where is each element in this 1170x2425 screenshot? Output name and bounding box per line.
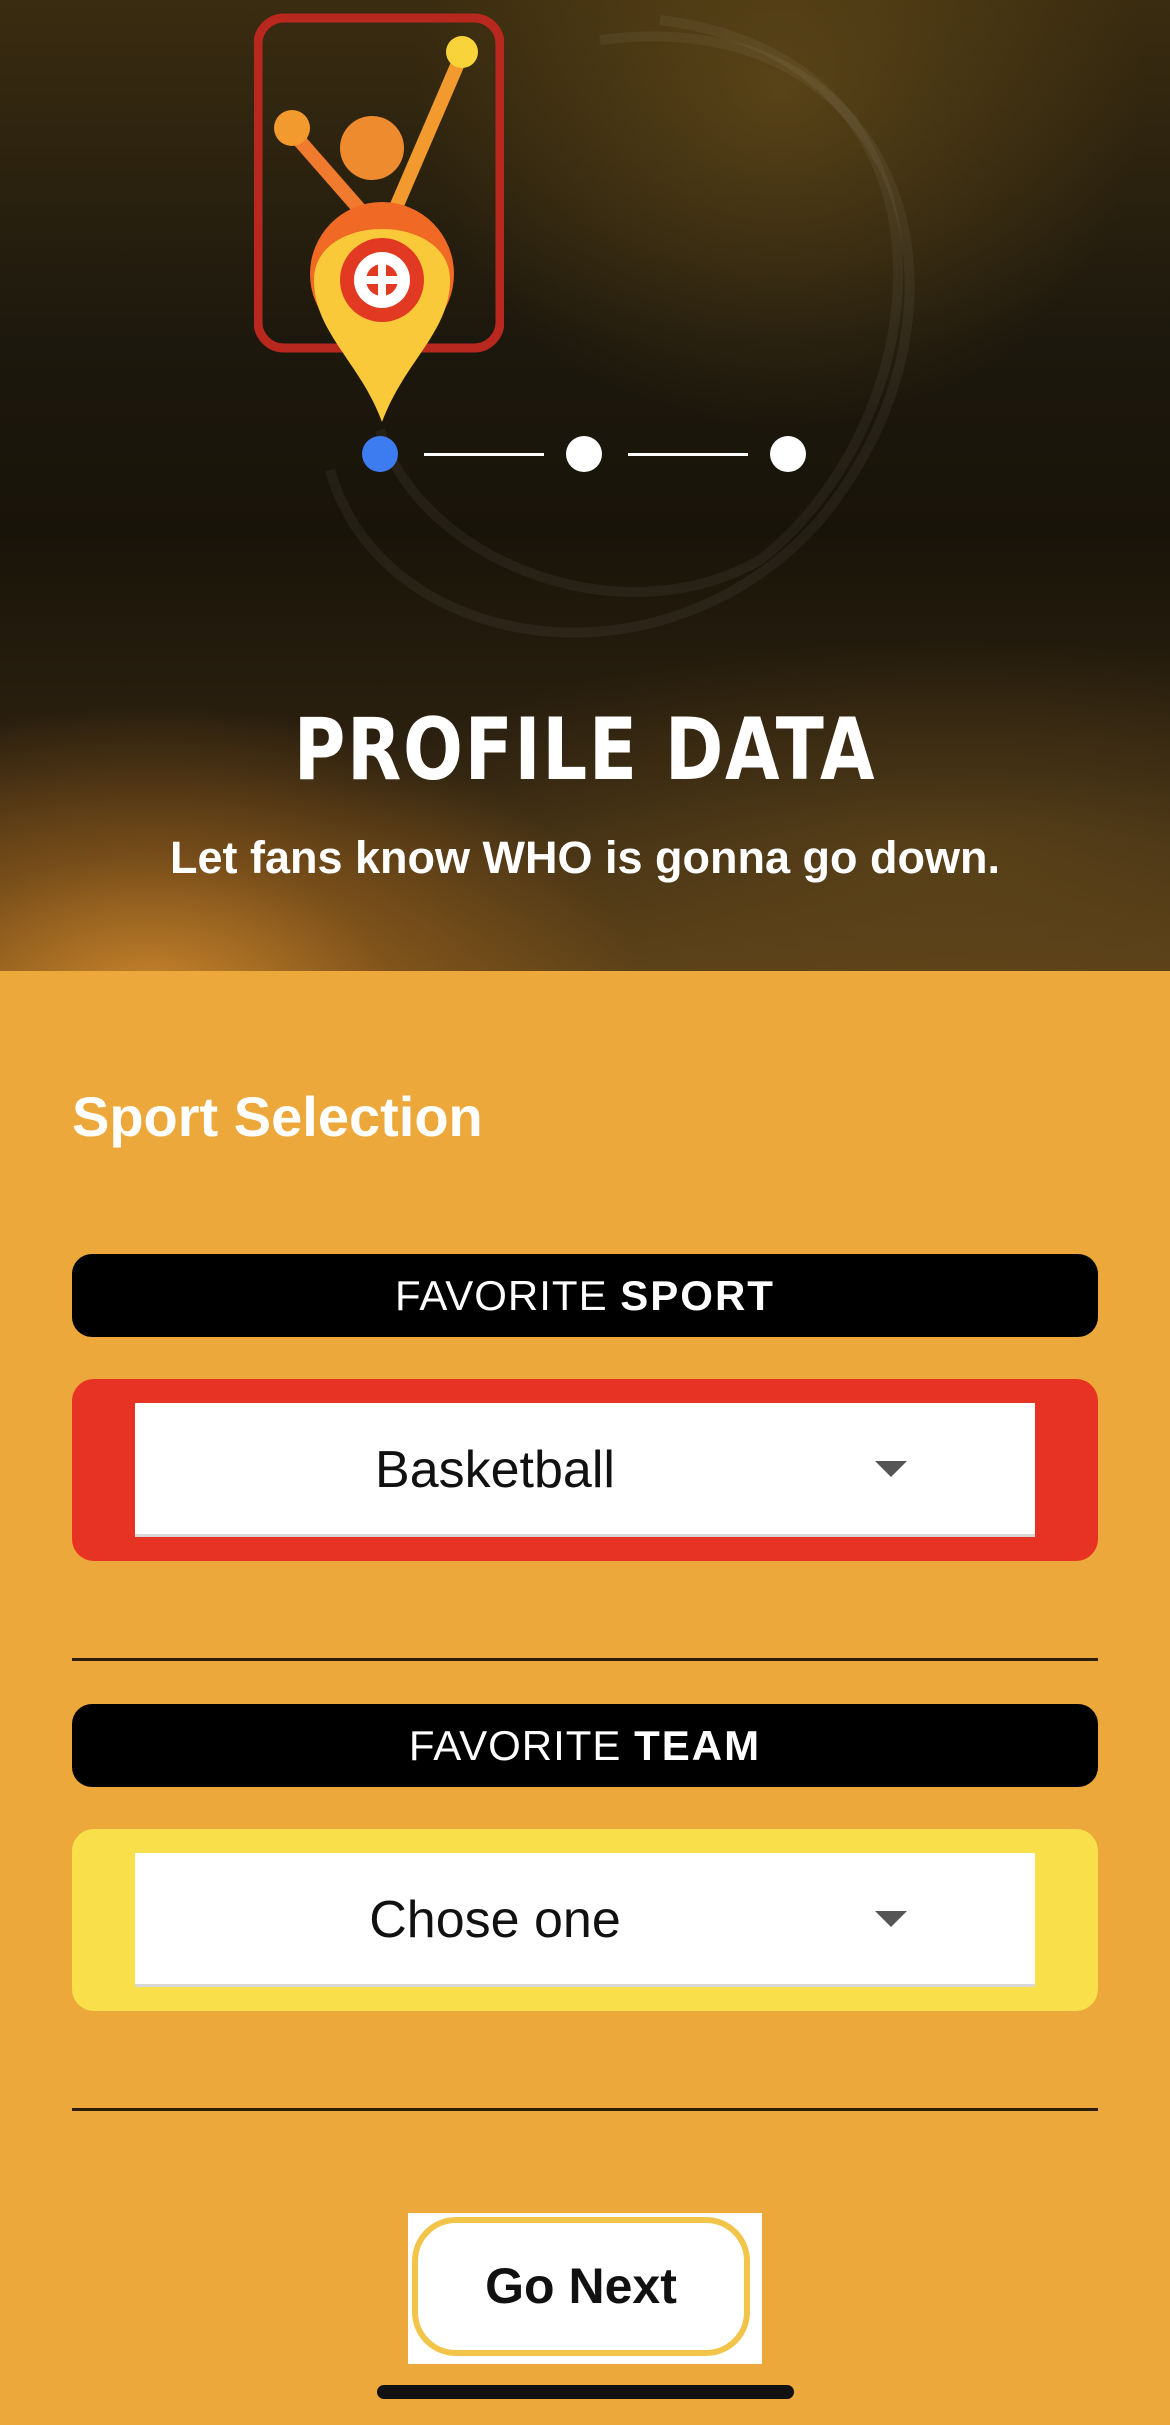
caret-down-icon bbox=[875, 1461, 907, 1477]
favorite-team-label: FAVORITE TEAM bbox=[72, 1704, 1098, 1787]
step-connector bbox=[628, 453, 748, 456]
hero-header: PROFILE DATA Let fans know WHO is gonna … bbox=[0, 0, 1170, 971]
home-indicator[interactable] bbox=[377, 2385, 794, 2399]
section-title: Sport Selection bbox=[72, 1085, 483, 1148]
favorite-sport-label: FAVORITE SPORT bbox=[72, 1254, 1098, 1337]
label-bold: TEAM bbox=[634, 1722, 762, 1769]
go-next-button-container: Go Next bbox=[408, 2213, 762, 2364]
divider bbox=[72, 2108, 1098, 2111]
step-3-dot bbox=[770, 436, 806, 472]
favorite-sport-value: Basketball bbox=[375, 1441, 615, 1499]
go-next-button[interactable]: Go Next bbox=[412, 2217, 750, 2356]
label-prefix: FAVORITE bbox=[395, 1272, 608, 1319]
label-prefix: FAVORITE bbox=[408, 1722, 622, 1769]
divider bbox=[72, 1658, 1098, 1661]
page-subtitle: Let fans know WHO is gonna go down. bbox=[170, 832, 1000, 883]
favorite-team-select-frame: Chose one bbox=[72, 1829, 1098, 2011]
favorite-team-value: Chose one bbox=[369, 1891, 621, 1949]
background-swirl-graphic bbox=[325, 15, 915, 638]
favorite-sport-select[interactable]: Basketball bbox=[135, 1403, 1035, 1537]
label-bold: SPORT bbox=[620, 1272, 775, 1319]
step-2-dot bbox=[566, 436, 602, 472]
sports-fan-logo-icon bbox=[254, 13, 504, 422]
onboarding-progress-stepper bbox=[362, 435, 812, 475]
page-title: PROFILE DATA bbox=[293, 700, 877, 800]
favorite-sport-select-frame: Basketball bbox=[72, 1379, 1098, 1561]
profile-data-screen: PROFILE DATA Let fans know WHO is gonna … bbox=[0, 0, 1170, 2425]
favorite-team-select[interactable]: Chose one bbox=[135, 1853, 1035, 1987]
step-connector bbox=[424, 453, 544, 456]
caret-down-icon bbox=[875, 1911, 907, 1927]
step-1-dot bbox=[362, 436, 398, 472]
